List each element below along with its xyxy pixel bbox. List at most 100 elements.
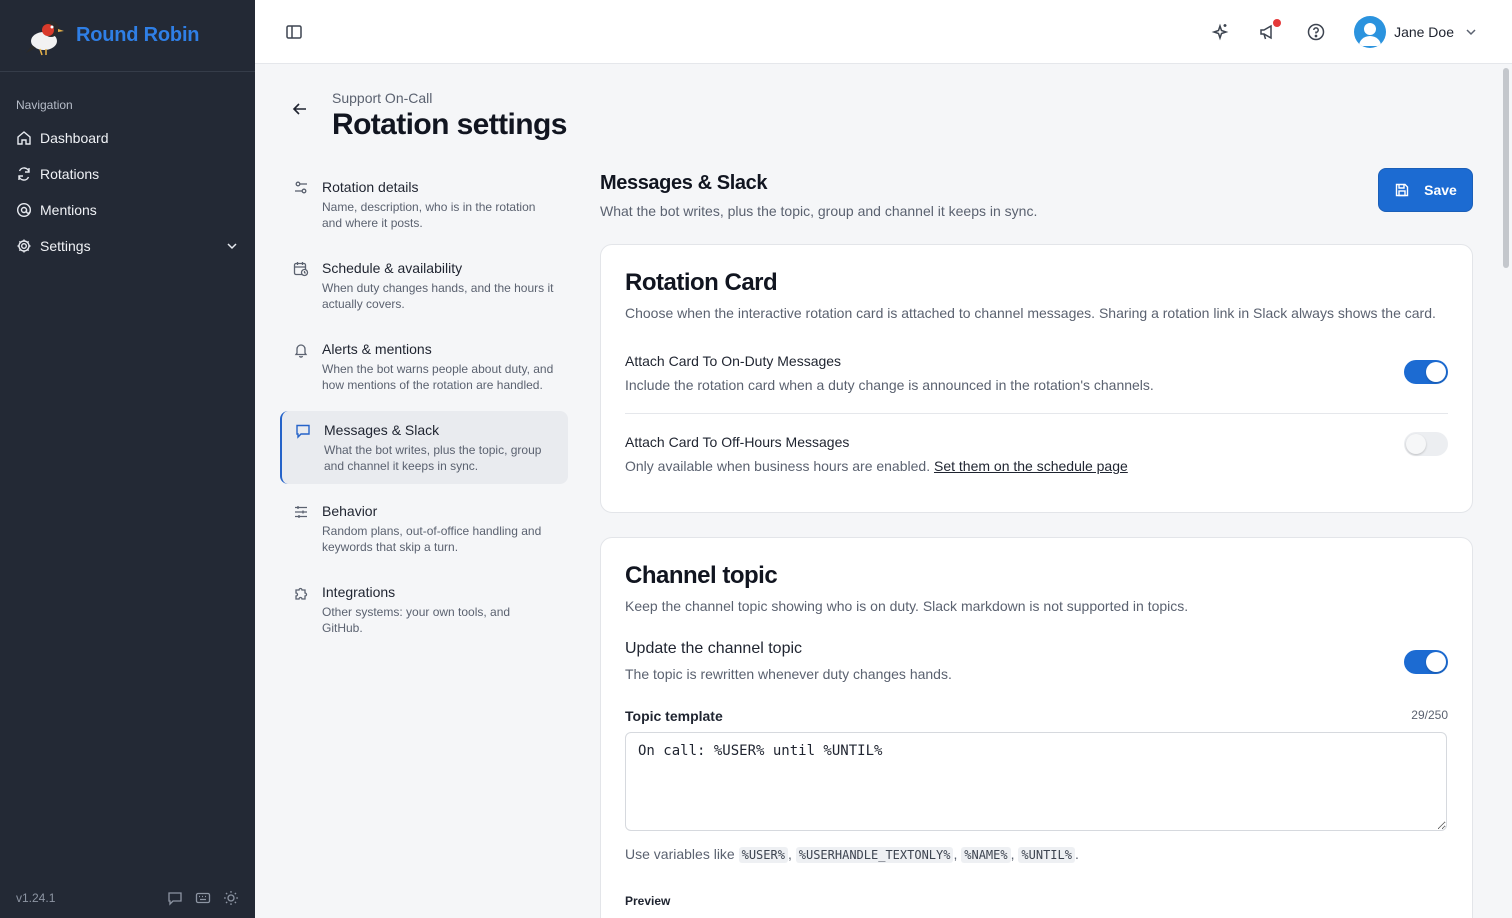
settings-nav-desc: What the bot writes, plus the topic, gro… <box>324 443 542 473</box>
setting-row-off-hours: Attach Card To Off-Hours Messages Only a… <box>625 432 1448 484</box>
help-icon[interactable] <box>1306 22 1326 42</box>
settings-nav-title: Integrations <box>322 584 396 600</box>
settings-nav-messages-slack[interactable]: Messages & Slack What the bot writes, pl… <box>280 411 568 484</box>
user-menu[interactable]: Jane Doe <box>1354 16 1478 48</box>
bell-icon <box>293 342 309 358</box>
brand-name: Round Robin <box>76 24 200 46</box>
topbar: Jane Doe <box>255 0 1512 64</box>
section-description: What the bot writes, plus the topic, gro… <box>600 203 1038 219</box>
setting-title: Update the channel topic <box>625 640 803 657</box>
avatar <box>1354 16 1387 48</box>
setting-description: Include the rotation card when a duty ch… <box>625 377 1154 393</box>
settings-nav-title: Schedule & availability <box>322 260 463 276</box>
back-arrow-icon[interactable] <box>291 100 309 118</box>
card-title: Channel topic <box>625 562 778 589</box>
on-duty-card-toggle[interactable] <box>1404 360 1448 384</box>
settings-nav-schedule[interactable]: Schedule & availability When duty change… <box>280 249 568 322</box>
variable-token: %NAME% <box>961 847 1011 863</box>
sidebar-item-label: Mentions <box>40 202 97 218</box>
off-hours-description: Only available when business hours are e… <box>625 458 931 474</box>
divider <box>625 413 1448 414</box>
channel-topic-settings: Channel topic Keep the channel topic sho… <box>600 537 1473 918</box>
refresh-icon <box>16 166 32 182</box>
settings-nav-title: Alerts & mentions <box>322 341 432 357</box>
sidebar-toggle-icon[interactable] <box>285 23 303 41</box>
settings-nav: Rotation details Name, description, who … <box>280 168 568 654</box>
character-counter: 29/250 <box>1411 708 1448 722</box>
sidebar-nav: Navigation Dashboard Rotations Mentions … <box>0 72 255 264</box>
schedule-page-link[interactable]: Set them on the schedule page <box>934 458 1128 474</box>
puzzle-icon <box>293 585 309 601</box>
topic-template-input[interactable]: On call: %USER% until %UNTIL% <box>625 732 1447 831</box>
sidebar-item-label: Dashboard <box>40 130 109 146</box>
scrollbar-thumb[interactable] <box>1503 68 1509 268</box>
update-topic-toggle[interactable] <box>1404 650 1448 674</box>
sliders-horizontal-icon <box>293 504 309 520</box>
setting-description: The topic is rewritten whenever duty cha… <box>625 666 952 682</box>
sidebar-item-mentions[interactable]: Mentions <box>16 192 239 228</box>
sidebar-item-label: Settings <box>40 238 91 254</box>
hint-prefix: Use variables like <box>625 846 735 862</box>
sparkles-icon[interactable] <box>1210 22 1230 42</box>
variable-token: %USERHANDLE_TEXTONLY% <box>795 847 954 863</box>
page-title: Rotation settings <box>332 108 567 141</box>
off-hours-card-toggle[interactable] <box>1404 432 1448 456</box>
chevron-down-icon <box>1464 25 1478 39</box>
variables-hint: Use variables like %USER%, %USERHANDLE_T… <box>625 846 1079 863</box>
settings-content: Messages & Slack What the bot writes, pl… <box>600 168 1473 918</box>
field-label: Topic template <box>625 708 723 724</box>
settings-nav-desc: Name, description, who is in the rotatio… <box>322 200 536 230</box>
calendar-clock-icon <box>293 261 309 277</box>
setting-description: Only available when business hours are e… <box>625 458 1448 474</box>
feedback-icon[interactable] <box>167 890 183 906</box>
sidebar-footer: v1.24.1 <box>0 878 255 918</box>
scrollbar[interactable] <box>1500 64 1512 918</box>
settings-nav-integrations[interactable]: Integrations Other systems: your own too… <box>280 573 568 646</box>
save-icon <box>1394 182 1410 198</box>
user-name: Jane Doe <box>1394 24 1454 40</box>
settings-nav-rotation-details[interactable]: Rotation details Name, description, who … <box>280 168 568 241</box>
settings-nav-desc: Other systems: your own tools, and GitHu… <box>322 605 511 635</box>
sun-icon[interactable] <box>223 890 239 906</box>
sliders-icon <box>293 180 309 196</box>
settings-nav-alerts[interactable]: Alerts & mentions When the bot warns peo… <box>280 330 568 403</box>
section-title: Messages & Slack <box>600 172 768 194</box>
card-description: Keep the channel topic showing who is on… <box>625 598 1189 614</box>
setting-title: Attach Card To On-Duty Messages <box>625 353 842 369</box>
card-description: Choose when the interactive rotation car… <box>625 305 1436 321</box>
message-square-icon <box>295 423 311 439</box>
sidebar-item-rotations[interactable]: Rotations <box>16 156 239 192</box>
sidebar-item-label: Rotations <box>40 166 100 182</box>
preview-label: Preview <box>625 894 671 908</box>
settings-nav-title: Rotation details <box>322 179 419 195</box>
gear-icon <box>16 238 32 254</box>
main-content: Support On-Call Rotation settings Rotati… <box>255 64 1500 918</box>
settings-nav-desc: When the bot warns people about duty, an… <box>322 362 554 392</box>
brand[interactable]: Round Robin <box>0 0 255 72</box>
setting-row-update-topic: Update the channel topic The topic is re… <box>625 640 1448 682</box>
variable-token: %UNTIL% <box>1018 847 1075 863</box>
settings-nav-title: Behavior <box>322 503 378 519</box>
settings-nav-desc: Random plans, out-of-office handling and… <box>322 524 542 554</box>
sidebar-item-settings[interactable]: Settings <box>16 228 239 264</box>
variable-token: %USER% <box>738 847 788 863</box>
megaphone-icon[interactable] <box>1258 19 1282 42</box>
keyboard-icon[interactable] <box>195 890 211 906</box>
nav-heading: Navigation <box>16 98 73 112</box>
settings-nav-behavior[interactable]: Behavior Random plans, out-of-office han… <box>280 492 568 565</box>
home-icon <box>16 130 32 146</box>
setting-title: Attach Card To Off-Hours Messages <box>625 434 850 450</box>
save-button[interactable]: Save <box>1378 168 1473 212</box>
breadcrumb[interactable]: Support On-Call <box>332 90 432 106</box>
rotation-card-settings: Rotation Card Choose when the interactiv… <box>600 244 1473 513</box>
topic-template-field: Topic template 29/250 On call: %USER% un… <box>625 708 1448 836</box>
save-label: Save <box>1424 182 1457 198</box>
robin-logo-icon <box>24 15 66 57</box>
notification-dot <box>1273 19 1282 27</box>
sidebar-item-dashboard[interactable]: Dashboard <box>16 120 239 156</box>
app-version: v1.24.1 <box>16 891 56 905</box>
setting-row-on-duty: Attach Card To On-Duty Messages Include … <box>625 353 1448 403</box>
card-title: Rotation Card <box>625 269 778 296</box>
at-sign-icon <box>16 202 32 218</box>
chevron-down-icon[interactable] <box>225 239 239 253</box>
